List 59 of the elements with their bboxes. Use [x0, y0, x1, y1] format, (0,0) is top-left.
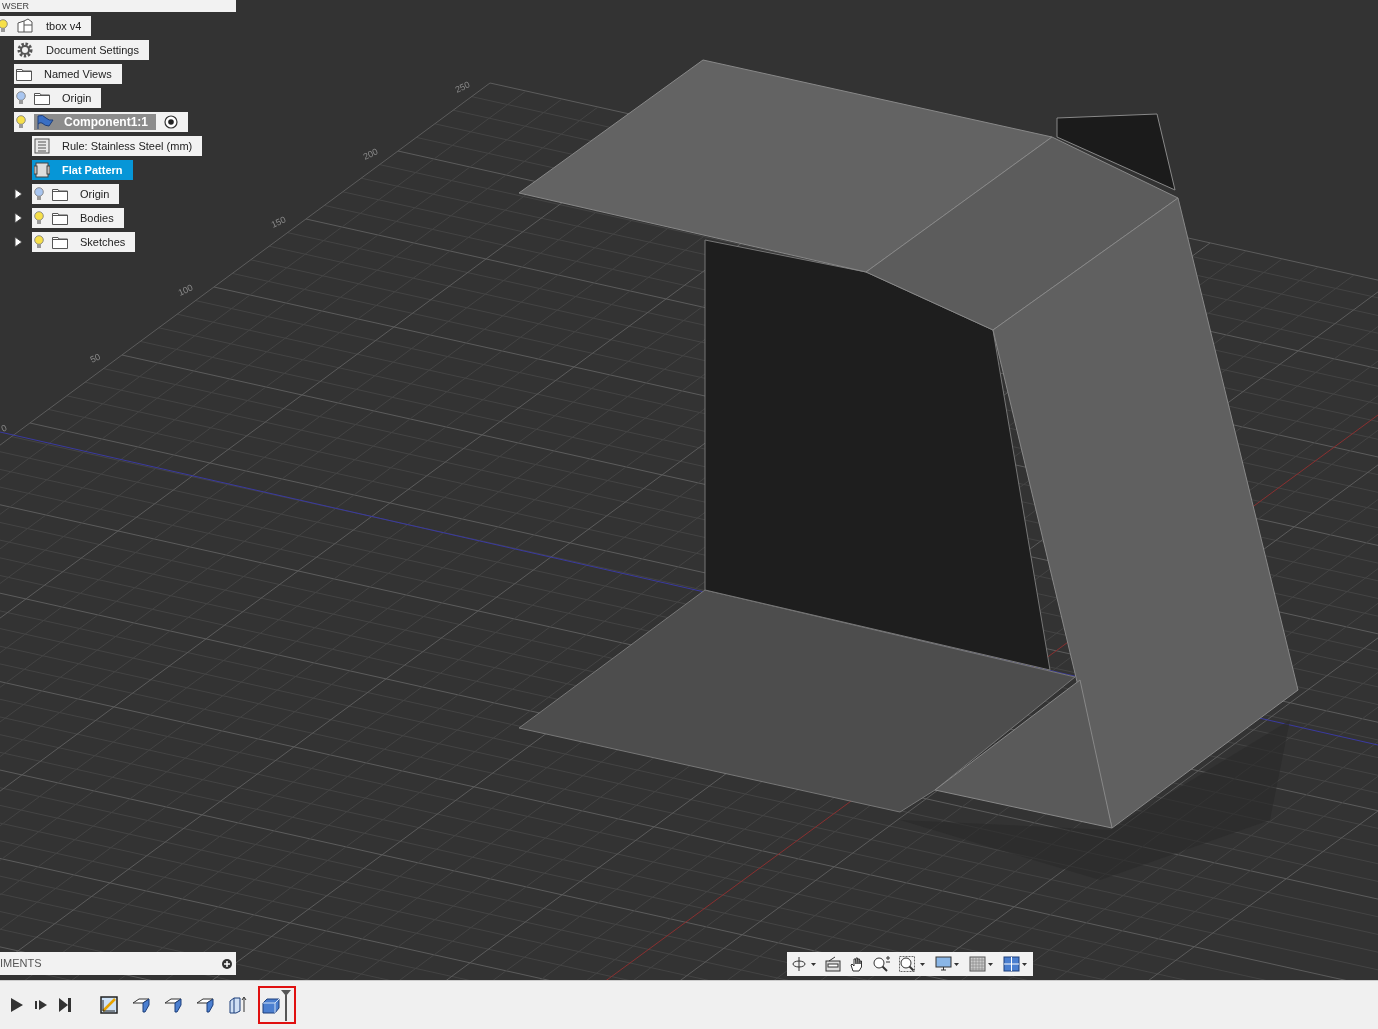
browser-title: WSER — [2, 1, 29, 11]
grid-label: 200 — [361, 146, 380, 162]
light-bulb-icon[interactable] — [16, 91, 26, 105]
expand-arrow-icon[interactable] — [14, 236, 23, 248]
pan-hand-icon[interactable] — [849, 956, 865, 972]
flange-icon[interactable] — [196, 996, 214, 1014]
tree-item[interactable]: Origin — [32, 184, 120, 204]
timeline-feature[interactable] — [258, 986, 296, 1024]
expand-arrow-icon[interactable] — [14, 212, 23, 224]
cube-icon — [16, 18, 34, 34]
light-bulb-icon[interactable] — [34, 235, 44, 249]
skip-to-end-icon[interactable] — [58, 997, 72, 1013]
grid-label: 50 — [88, 351, 102, 365]
settings-icon — [16, 41, 34, 59]
light-bulb-icon[interactable] — [16, 115, 26, 129]
light-bulb-icon[interactable] — [0, 19, 8, 33]
add-icon[interactable] — [222, 958, 232, 969]
flat-pattern-feature-icon[interactable] — [262, 996, 280, 1014]
list-icon — [34, 138, 50, 154]
comments-title: IMENTS — [0, 956, 42, 972]
sheet-metal-part-drawing[interactable] — [518, 59, 1299, 880]
play-icon[interactable] — [10, 997, 24, 1013]
radio-selected-icon[interactable] — [164, 115, 178, 129]
folder-icon — [52, 187, 68, 201]
grid-icon[interactable] — [969, 956, 995, 972]
flange-icon[interactable] — [164, 996, 182, 1014]
step-forward-icon[interactable] — [34, 998, 48, 1012]
grid-label: 100 — [176, 282, 195, 298]
zoom-icon[interactable] — [873, 956, 891, 972]
tree-item[interactable]: Rule: Stainless Steel (mm) — [32, 136, 203, 156]
zoom-window-icon[interactable] — [899, 956, 927, 972]
folder-icon — [34, 91, 50, 105]
look-at-icon[interactable] — [825, 956, 841, 972]
tree-item-label: Component1:1 — [64, 114, 148, 131]
folder-icon — [16, 67, 32, 81]
viewport[interactable]: 250 200 150 100 50 0 WSER tbox v4 Document Settings Named Views Origin Component1:1 Rule: Stainless Steel (mm) Flat Pattern Origin Bodies Sketches IMENTS — [0, 0, 1378, 980]
flange-icon[interactable] — [132, 996, 150, 1014]
extrude-icon[interactable] — [228, 996, 248, 1014]
folder-icon — [52, 235, 68, 249]
display-icon[interactable] — [935, 956, 961, 972]
timeline-marker-icon[interactable] — [280, 989, 292, 1021]
tree-item[interactable]: Bodies — [32, 208, 124, 228]
tree-item[interactable]: Sketches — [32, 232, 136, 252]
grid-label: 0 — [0, 422, 9, 434]
tree-item[interactable]: Document Settings — [14, 40, 149, 60]
sketch-icon[interactable] — [100, 996, 118, 1014]
orbit-icon[interactable] — [791, 956, 817, 972]
tree-item[interactable]: Named Views — [14, 64, 122, 84]
flat-pattern-icon — [34, 162, 50, 178]
expand-arrow-icon[interactable] — [14, 188, 23, 200]
tree-item[interactable]: Origin — [14, 88, 102, 108]
grid-label: 150 — [269, 214, 288, 230]
tree-item[interactable]: tbox v4 — [0, 16, 92, 36]
grid-label: 250 — [453, 79, 472, 95]
flag-icon — [36, 114, 54, 130]
viewports-icon[interactable] — [1003, 956, 1029, 972]
folder-icon — [52, 211, 68, 225]
light-bulb-icon[interactable] — [34, 211, 44, 225]
light-bulb-icon[interactable] — [34, 187, 44, 201]
